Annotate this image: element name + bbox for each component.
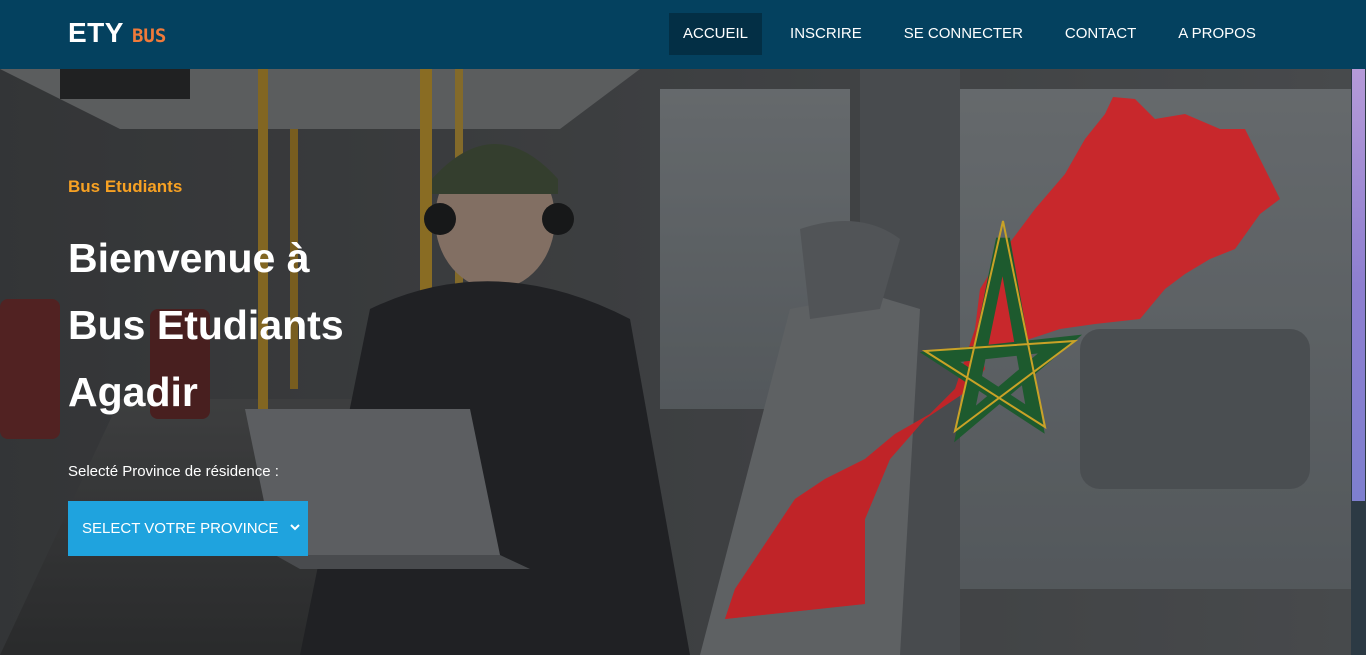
hero-section: Bus Etudiants Bienvenue à Bus Etudiants … [0, 69, 1351, 655]
morocco-map-image [725, 97, 1280, 619]
scrollbar-thumb[interactable] [1352, 69, 1365, 501]
nav-item-se-connecter[interactable]: SE CONNECTER [890, 13, 1037, 55]
province-select-value: SELECT VOTRE PROVINCE [82, 520, 279, 537]
nav-item-a-propos[interactable]: A PROPOS [1164, 13, 1270, 55]
province-select[interactable]: SELECT VOTRE PROVINCE [68, 501, 308, 556]
page: ETY BUS ACCUEIL INSCRIRE SE CONNECTER CO… [0, 0, 1366, 655]
hero-title-line-2: Bus Etudiants [68, 302, 344, 348]
nav-item-accueil[interactable]: ACCUEIL [669, 13, 763, 55]
scrollbar-top [1351, 0, 1366, 69]
brand-logo[interactable]: ETY BUS [68, 17, 166, 49]
hero-eyebrow: Bus Etudiants [68, 177, 183, 196]
hero-title: Bienvenue à Bus Etudiants Agadir [68, 225, 468, 426]
main-nav: ACCUEIL INSCRIRE SE CONNECTER CONTACT A … [669, 13, 1284, 55]
top-navbar: ETY BUS ACCUEIL INSCRIRE SE CONNECTER CO… [0, 0, 1351, 69]
page-scrollbar[interactable] [1351, 0, 1366, 655]
province-select-label: Selecté Province de résidence : [68, 463, 279, 480]
hero-title-line-3: Agadir [68, 369, 198, 415]
hero-title-line-1: Bienvenue à [68, 235, 310, 281]
chevron-down-icon [290, 524, 300, 531]
brand-main-text: ETY [68, 17, 124, 48]
nav-item-inscrire[interactable]: INSCRIRE [776, 13, 876, 55]
nav-item-contact[interactable]: CONTACT [1051, 13, 1150, 55]
brand-sub-text: BUS [131, 25, 167, 47]
